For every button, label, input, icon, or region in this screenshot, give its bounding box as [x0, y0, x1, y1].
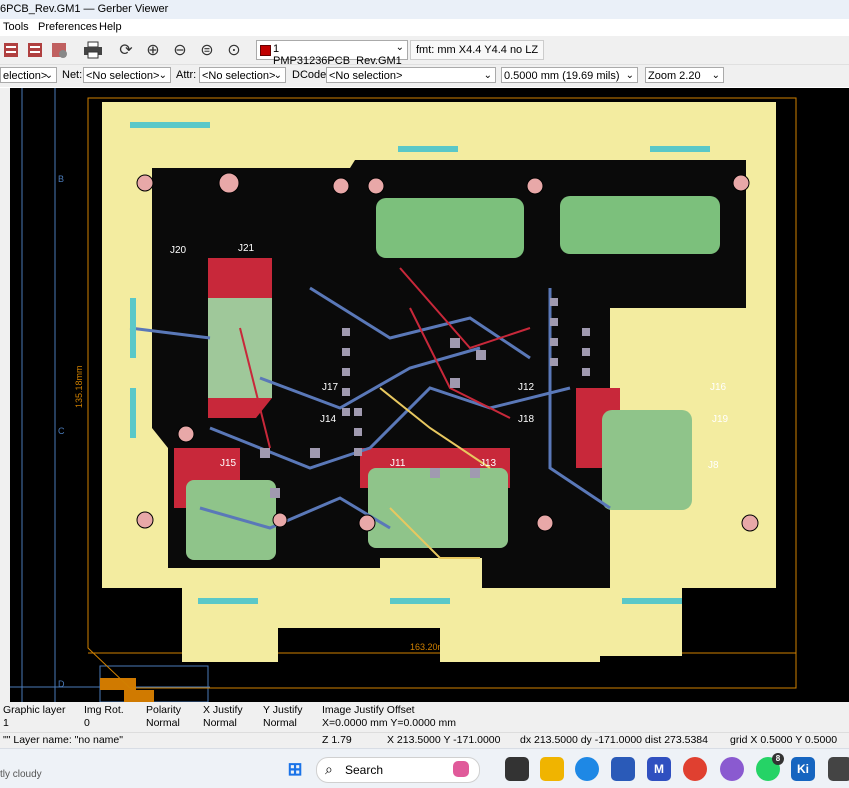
module-4: [602, 410, 692, 510]
task-view-icon[interactable]: [505, 757, 529, 781]
edge-icon[interactable]: [575, 757, 599, 781]
zoom-selection-icon[interactable]: ⊙: [223, 39, 245, 61]
net-select[interactable]: <No selection> ⌄: [83, 67, 171, 83]
label-j11: J11: [390, 458, 406, 469]
header-image-justify-offset: Image Justify Offset: [322, 704, 415, 716]
zoom-select[interactable]: Zoom 2.20 ⌄: [645, 67, 724, 83]
dcode-select[interactable]: <No selection> ⌄: [326, 67, 496, 83]
zoom-fit-icon[interactable]: ⊜: [196, 39, 218, 61]
label-j16: J16: [710, 382, 727, 393]
weather-text: tly cloudy: [0, 769, 42, 780]
pcb-drawing: B C D 163.20mm 135.18mm J20 J21 J17 J14 …: [10, 88, 797, 702]
value-polarity: Normal: [146, 717, 180, 729]
value-image-justify-offset: X=0.0000 mm Y=0.0000 mm: [322, 717, 457, 729]
file-explorer-icon[interactable]: [540, 757, 564, 781]
attr-label: Attr:: [176, 69, 197, 81]
chevron-down-icon: ⌄: [711, 70, 720, 81]
header-x-justify: X Justify: [203, 704, 243, 716]
chevron-down-icon: ⌄: [625, 70, 634, 81]
chevron-down-icon: ⌄: [395, 42, 404, 53]
module-3: [208, 298, 272, 398]
ruler-letter-c: C: [58, 426, 65, 436]
info-panel: Graphic layer Img Rot. Polarity X Justif…: [0, 702, 849, 732]
line-width-select[interactable]: 0.5000 mm (19.69 mils) ⌄: [501, 67, 638, 83]
layer-select[interactable]: 1 PMP31236PCB_Rev.GM1 ⌄: [256, 40, 408, 67]
label-j21: J21: [238, 243, 255, 254]
zoom-in-icon[interactable]: ⊕: [142, 39, 164, 61]
app-extra-icon[interactable]: [828, 757, 849, 781]
title-block-fill-2: [124, 690, 154, 702]
header-graphic-layer: Graphic layer: [3, 704, 66, 716]
layers-add-icon[interactable]: [24, 39, 46, 61]
chrome-icon[interactable]: [683, 757, 707, 781]
app-m-icon[interactable]: M: [647, 757, 671, 781]
windows-taskbar: tly cloudy ⊞ ⌕ Search M 8 Ki: [0, 748, 849, 788]
status-grid: grid X 0.5000 Y 0.5000: [730, 734, 838, 746]
ruler-letter-b: B: [58, 174, 64, 184]
dimension-vertical: 135.18mm: [74, 365, 84, 408]
menu-tools[interactable]: Tools: [3, 21, 29, 33]
refresh-icon[interactable]: ⟳: [115, 39, 137, 61]
label-j19: J19: [712, 414, 729, 425]
format-display: fmt: mm X4.4 Y4.4 no LZ: [410, 40, 545, 60]
header-polarity: Polarity: [146, 704, 182, 716]
label-j8: J8: [708, 460, 719, 471]
header-img-rot: Img Rot.: [84, 704, 124, 716]
search-highlight-icon: [453, 761, 469, 777]
label-j17: J17: [322, 382, 339, 393]
status-delta: dx 213.5000 dy -171.0000 dist 273.5384: [520, 734, 708, 746]
label-j14: J14: [320, 414, 337, 425]
chevron-down-icon: ⌄: [273, 70, 282, 81]
store-icon[interactable]: [611, 757, 635, 781]
print-icon[interactable]: [82, 39, 104, 61]
header-y-justify: Y Justify: [263, 704, 303, 716]
attr-select[interactable]: <No selection> ⌄: [199, 67, 286, 83]
search-icon: ⌕: [325, 761, 333, 777]
value-img-rot: 0: [84, 717, 90, 729]
notification-badge: 8: [772, 753, 784, 765]
search-placeholder: Search: [345, 763, 384, 777]
zoom-out-icon[interactable]: ⊖: [169, 39, 191, 61]
ruler-letter-d: D: [58, 679, 65, 689]
status-xy: X 213.5000 Y -171.0000: [387, 734, 501, 746]
value-graphic-layer: 1: [3, 717, 9, 729]
label-j12: J12: [518, 382, 535, 393]
dcode-label: DCode:: [292, 69, 330, 81]
menu-preferences[interactable]: Preferences: [38, 21, 97, 33]
module-1: [376, 198, 524, 258]
kicad-icon[interactable]: Ki: [791, 757, 815, 781]
module-2: [560, 196, 720, 254]
value-y-justify: Normal: [263, 717, 297, 729]
status-bar: "" Layer name: "no name" Z 1.79 X 213.50…: [0, 732, 849, 748]
label-j18: J18: [518, 414, 535, 425]
status-layer-name: "" Layer name: "no name": [3, 734, 123, 746]
layers-icon[interactable]: [0, 39, 22, 61]
chevron-down-icon: ⌄: [44, 70, 53, 81]
status-z: Z 1.79: [322, 734, 352, 746]
left-toolbar: [0, 88, 10, 702]
chevron-down-icon: ⌄: [158, 70, 167, 81]
module-6: [186, 480, 276, 560]
module-5: [368, 468, 508, 548]
windows-start-icon[interactable]: ⊞: [283, 757, 307, 781]
copilot-icon[interactable]: [720, 757, 744, 781]
whatsapp-icon[interactable]: 8: [756, 753, 784, 781]
filter-toolbar: election> ⌄ Net: <No selection> ⌄ Attr: <N…: [0, 65, 849, 87]
label-j15: J15: [220, 458, 237, 469]
menu-help[interactable]: Help: [99, 21, 122, 33]
gerber-canvas[interactable]: B C D 163.20mm 135.18mm J20 J21 J17 J14 …: [10, 88, 849, 702]
layer-color-swatch: [260, 45, 271, 56]
title-bar: 6PCB_Rev.GM1 — Gerber Viewer: [0, 0, 849, 19]
value-x-justify: Normal: [203, 717, 237, 729]
chevron-down-icon: ⌄: [483, 70, 492, 81]
component-select[interactable]: election> ⌄: [0, 67, 57, 83]
net-label: Net:: [62, 69, 83, 81]
label-j13: J13: [480, 458, 497, 469]
label-j20: J20: [170, 245, 187, 256]
menu-bar: Tools Preferences Help: [0, 19, 849, 36]
layers-remove-icon[interactable]: [48, 39, 70, 61]
window-title: 6PCB_Rev.GM1 — Gerber Viewer: [0, 3, 169, 15]
